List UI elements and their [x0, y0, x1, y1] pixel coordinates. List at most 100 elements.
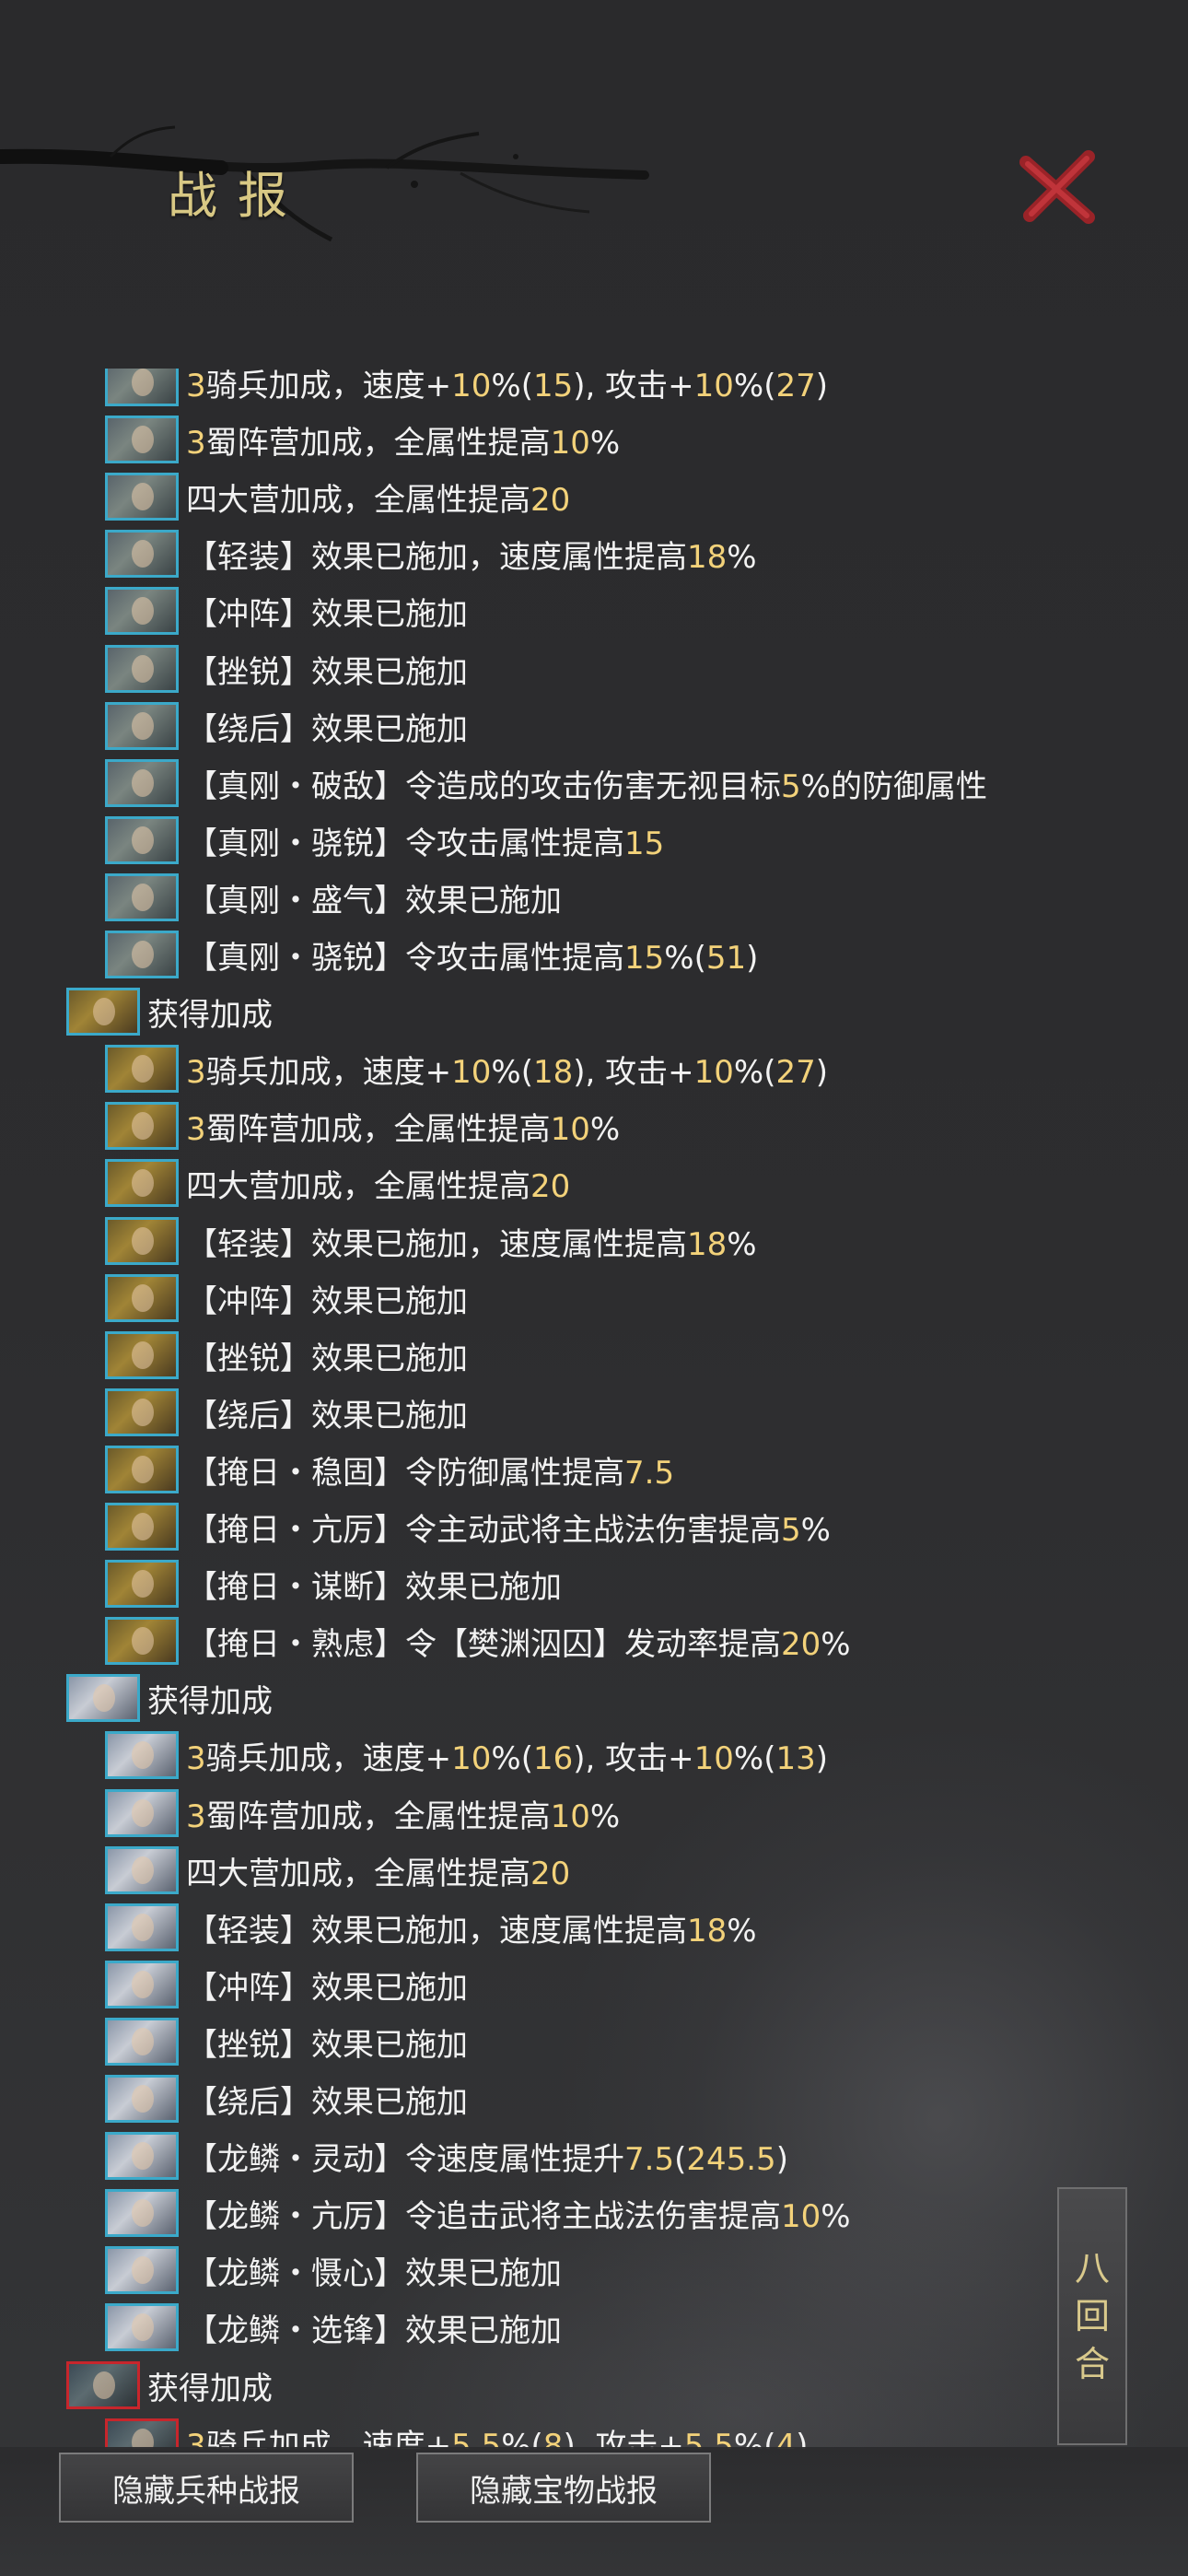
log-value: 10 [781, 2197, 821, 2235]
log-segment: ) [815, 1739, 828, 1777]
battle-log-list[interactable]: 3骑兵加成，速度+10%(15), 攻击+10%(27) 3蜀阵营加成，全属性提高… [0, 369, 1188, 2449]
general-avatar[interactable] [105, 530, 179, 578]
general-avatar[interactable] [105, 2246, 179, 2294]
avatar-portrait [132, 2429, 154, 2449]
log-value: 8 [542, 2427, 564, 2450]
log-entry: 3骑兵加成，速度+10%(15), 攻击+10%(27) [105, 369, 828, 411]
general-avatar[interactable] [105, 1731, 179, 1779]
avatar-portrait [132, 1914, 154, 1941]
general-avatar[interactable] [105, 2075, 179, 2123]
log-entry: 【轻装】效果已施加，速度属性提高18% [105, 525, 757, 582]
general-avatar[interactable] [105, 2132, 179, 2180]
general-avatar[interactable] [105, 2418, 179, 2449]
log-value: 18 [532, 1053, 574, 1091]
log-segment: 骑兵加成，速度+ [205, 369, 452, 404]
close-icon [1019, 150, 1095, 224]
general-avatar[interactable] [105, 873, 179, 921]
general-avatar[interactable] [105, 931, 179, 978]
avatar-portrait [132, 2142, 154, 2170]
log-value: 18 [687, 1912, 728, 1950]
log-segment: % [727, 1225, 757, 1263]
general-avatar[interactable] [105, 1388, 179, 1436]
general-avatar[interactable] [105, 816, 179, 864]
log-segment: %( [491, 1739, 533, 1777]
log-value: 4 [775, 2427, 797, 2450]
general-avatar[interactable] [105, 1331, 179, 1379]
general-avatar[interactable] [105, 1617, 179, 1665]
log-entry: 【真刚・破敌】令造成的攻击伤害无视目标5%的防御属性 [105, 755, 987, 812]
avatar-portrait [132, 2256, 154, 2284]
general-avatar[interactable] [105, 1217, 179, 1265]
general-avatar[interactable] [105, 702, 179, 750]
log-segment: % [727, 538, 757, 576]
log-entry: 【轻装】效果已施加，速度属性提高18% [105, 1212, 757, 1270]
avatar-portrait [132, 2028, 154, 2055]
general-avatar[interactable] [66, 2361, 140, 2409]
log-text: 四大营加成，全属性提高20 [186, 1848, 570, 1893]
log-segment: ) [815, 1053, 828, 1091]
log-entry: 3蜀阵营加成，全属性提高10% [105, 1097, 620, 1154]
general-avatar[interactable] [105, 1446, 179, 1493]
avatar-portrait [132, 540, 154, 568]
general-bonus-header: 获得加成 [66, 1669, 273, 1727]
general-avatar[interactable] [105, 1903, 179, 1951]
log-text: 【轻装】效果已施加，速度属性提高18% [186, 532, 757, 577]
general-avatar[interactable] [105, 1102, 179, 1150]
general-avatar[interactable] [105, 1846, 179, 1894]
general-avatar[interactable] [105, 759, 179, 807]
general-avatar[interactable] [105, 416, 179, 463]
hide-unit-report-button[interactable]: 隐藏兵种战报 [59, 2453, 354, 2523]
general-avatar[interactable] [105, 473, 179, 521]
log-entry: 【绕后】效果已施加 [105, 2070, 468, 2127]
avatar-portrait [132, 1399, 154, 1426]
general-avatar[interactable] [66, 1674, 140, 1722]
avatar-portrait [132, 884, 154, 911]
general-avatar[interactable] [105, 645, 179, 693]
avatar-portrait [132, 1341, 154, 1369]
general-avatar[interactable] [105, 587, 179, 635]
general-avatar[interactable] [105, 2018, 179, 2066]
log-text: 【挫锐】效果已施加 [186, 1333, 468, 1378]
log-segment: 四大营加成，全属性提高 [186, 1167, 530, 1205]
general-avatar[interactable] [105, 2189, 179, 2237]
log-value: 10 [693, 369, 734, 404]
log-segment: 【掩日・谋断】效果已施加 [186, 1568, 562, 1606]
log-value: 3 [186, 369, 206, 404]
log-entry: 【龙鳞・灵动】令速度属性提升7.5(245.5) [105, 2127, 788, 2184]
log-segment: %( [733, 1739, 776, 1777]
log-segment: ) [796, 2427, 809, 2450]
general-avatar[interactable] [105, 1789, 179, 1837]
log-entry: 四大营加成，全属性提高20 [105, 1154, 570, 1212]
general-avatar[interactable] [66, 988, 140, 1036]
general-avatar[interactable] [105, 369, 179, 406]
general-avatar[interactable] [105, 1560, 179, 1608]
log-text: 【掩日・亢厉】令主动武将主战法伤害提高5% [186, 1505, 831, 1550]
round-indicator: 八 回 合 [1057, 2187, 1127, 2445]
log-entry: 3骑兵加成，速度+10%(18), 攻击+10%(27) [105, 1040, 828, 1097]
log-segment: 【龙鳞・亢厉】令追击武将主战法伤害提高 [186, 2197, 781, 2235]
log-segment: % [589, 424, 621, 462]
avatar-portrait [132, 1856, 154, 1884]
hide-treasure-report-button[interactable]: 隐藏宝物战报 [416, 2453, 711, 2523]
log-text: 【真刚・破敌】令造成的攻击伤害无视目标5%的防御属性 [186, 761, 987, 806]
avatar-portrait [132, 1570, 154, 1598]
general-bonus-header: 获得加成 [66, 983, 273, 1040]
general-avatar[interactable] [105, 1274, 179, 1322]
general-avatar[interactable] [105, 1503, 179, 1551]
log-text: 【冲阵】效果已施加 [186, 589, 468, 634]
close-button[interactable] [1017, 147, 1098, 228]
log-entry: 【挫锐】效果已施加 [105, 2013, 468, 2070]
page-title: 战报 [168, 167, 308, 225]
general-avatar[interactable] [105, 1961, 179, 2008]
log-segment: 四大营加成，全属性提高 [186, 481, 530, 519]
general-avatar[interactable] [105, 1045, 179, 1093]
general-avatar[interactable] [105, 1159, 179, 1207]
log-entry: 【挫锐】效果已施加 [105, 640, 468, 697]
general-avatar[interactable] [105, 2303, 179, 2351]
log-text: 3骑兵加成，速度+10%(18), 攻击+10%(27) [186, 1047, 828, 1092]
log-entry: 3蜀阵营加成，全属性提高10% [105, 1785, 620, 1842]
log-text: 【掩日・稳固】令防御属性提高7.5 [186, 1447, 674, 1493]
log-segment: ) [815, 369, 828, 404]
log-segment: 【轻装】效果已施加，速度属性提高 [186, 1912, 687, 1950]
log-text: 【真刚・骁锐】令攻击属性提高15 [186, 818, 664, 863]
